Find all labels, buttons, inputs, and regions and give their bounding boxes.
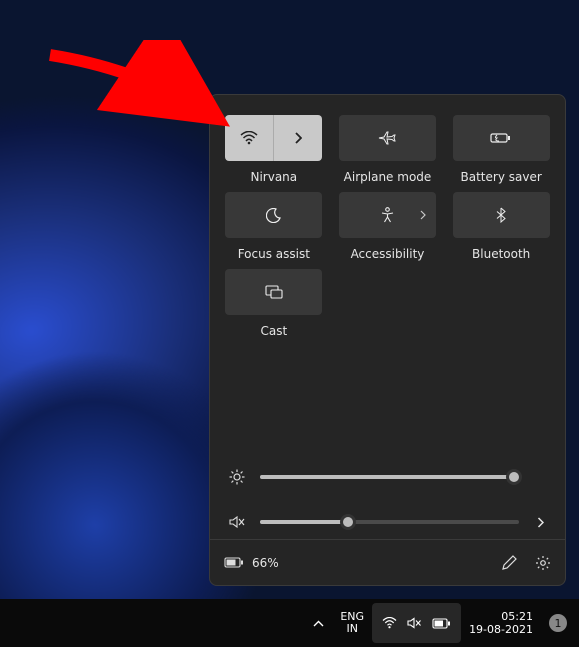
chevron-up-icon [313, 620, 324, 627]
battery-saver-label: Battery saver [461, 170, 542, 184]
cast-label: Cast [260, 324, 287, 338]
pencil-icon [502, 555, 517, 570]
wifi-tile[interactable] [225, 115, 322, 161]
wifi-toggle-half[interactable] [225, 115, 274, 161]
chevron-right-icon [537, 517, 544, 528]
focus-tile[interactable] [225, 192, 322, 238]
chevron-right-icon [294, 132, 302, 144]
battery-status[interactable]: 66% [224, 556, 279, 570]
accessibility-tile-wrap: Accessibility [338, 192, 438, 261]
accessibility-icon [380, 207, 395, 223]
time-text: 05:21 [501, 610, 533, 623]
lang-bottom: IN [346, 623, 357, 635]
brightness-icon [228, 469, 246, 485]
volume-muted-icon [407, 617, 422, 629]
cast-tile[interactable] [225, 269, 322, 315]
airplane-label: Airplane mode [344, 170, 432, 184]
quick-settings-tiles: Nirvana Airplane mode Battery saver Focu… [210, 95, 565, 338]
focus-tile-wrap: Focus assist [224, 192, 324, 261]
volume-muted-icon[interactable] [228, 515, 246, 529]
cast-tile-wrap: Cast [224, 269, 324, 338]
quick-settings-panel: Nirvana Airplane mode Battery saver Focu… [209, 94, 566, 586]
wifi-tile-wrap: Nirvana [224, 115, 324, 184]
settings-button[interactable] [535, 555, 551, 571]
brightness-slider[interactable] [260, 475, 519, 479]
language-indicator[interactable]: ENG IN [332, 603, 372, 643]
tray-status-icons[interactable] [372, 603, 461, 643]
focus-label: Focus assist [238, 247, 310, 261]
accessibility-tile[interactable] [339, 192, 436, 238]
volume-expand[interactable] [533, 517, 547, 528]
bluetooth-label: Bluetooth [472, 247, 530, 261]
gear-icon [535, 555, 551, 571]
battery-percent-text: 66% [252, 556, 279, 570]
sliders-group [210, 445, 565, 539]
clock[interactable]: 05:21 19-08-2021 [461, 603, 541, 643]
volume-slider-row [228, 515, 547, 529]
battery-icon [432, 618, 451, 629]
wifi-icon [240, 131, 258, 145]
edit-button[interactable] [501, 555, 517, 571]
volume-slider[interactable] [260, 520, 519, 524]
airplane-tile[interactable] [339, 115, 436, 161]
battery-saver-tile-wrap: Battery saver [451, 115, 551, 184]
battery-icon [224, 557, 244, 568]
battery-saver-tile[interactable] [453, 115, 550, 161]
notification-center[interactable]: 1 [541, 603, 571, 643]
wifi-expand-half[interactable] [274, 115, 322, 161]
tray-overflow[interactable] [305, 603, 332, 643]
airplane-icon [378, 130, 396, 146]
bluetooth-icon [496, 207, 506, 223]
cast-icon [265, 285, 283, 299]
system-tray: ENG IN 05:21 19-08-2021 1 [305, 599, 571, 647]
brightness-slider-row [228, 469, 547, 485]
wifi-label: Nirvana [250, 170, 297, 184]
bluetooth-tile-wrap: Bluetooth [451, 192, 551, 261]
wifi-icon [382, 617, 397, 629]
taskbar: ENG IN 05:21 19-08-2021 1 [0, 599, 579, 647]
date-text: 19-08-2021 [469, 623, 533, 636]
bluetooth-tile[interactable] [453, 192, 550, 238]
moon-icon [266, 208, 281, 223]
panel-footer: 66% [210, 539, 565, 585]
notification-count: 1 [549, 614, 567, 632]
airplane-tile-wrap: Airplane mode [338, 115, 438, 184]
chevron-right-icon [420, 210, 426, 220]
accessibility-label: Accessibility [351, 247, 425, 261]
battery-saver-icon [490, 132, 512, 144]
